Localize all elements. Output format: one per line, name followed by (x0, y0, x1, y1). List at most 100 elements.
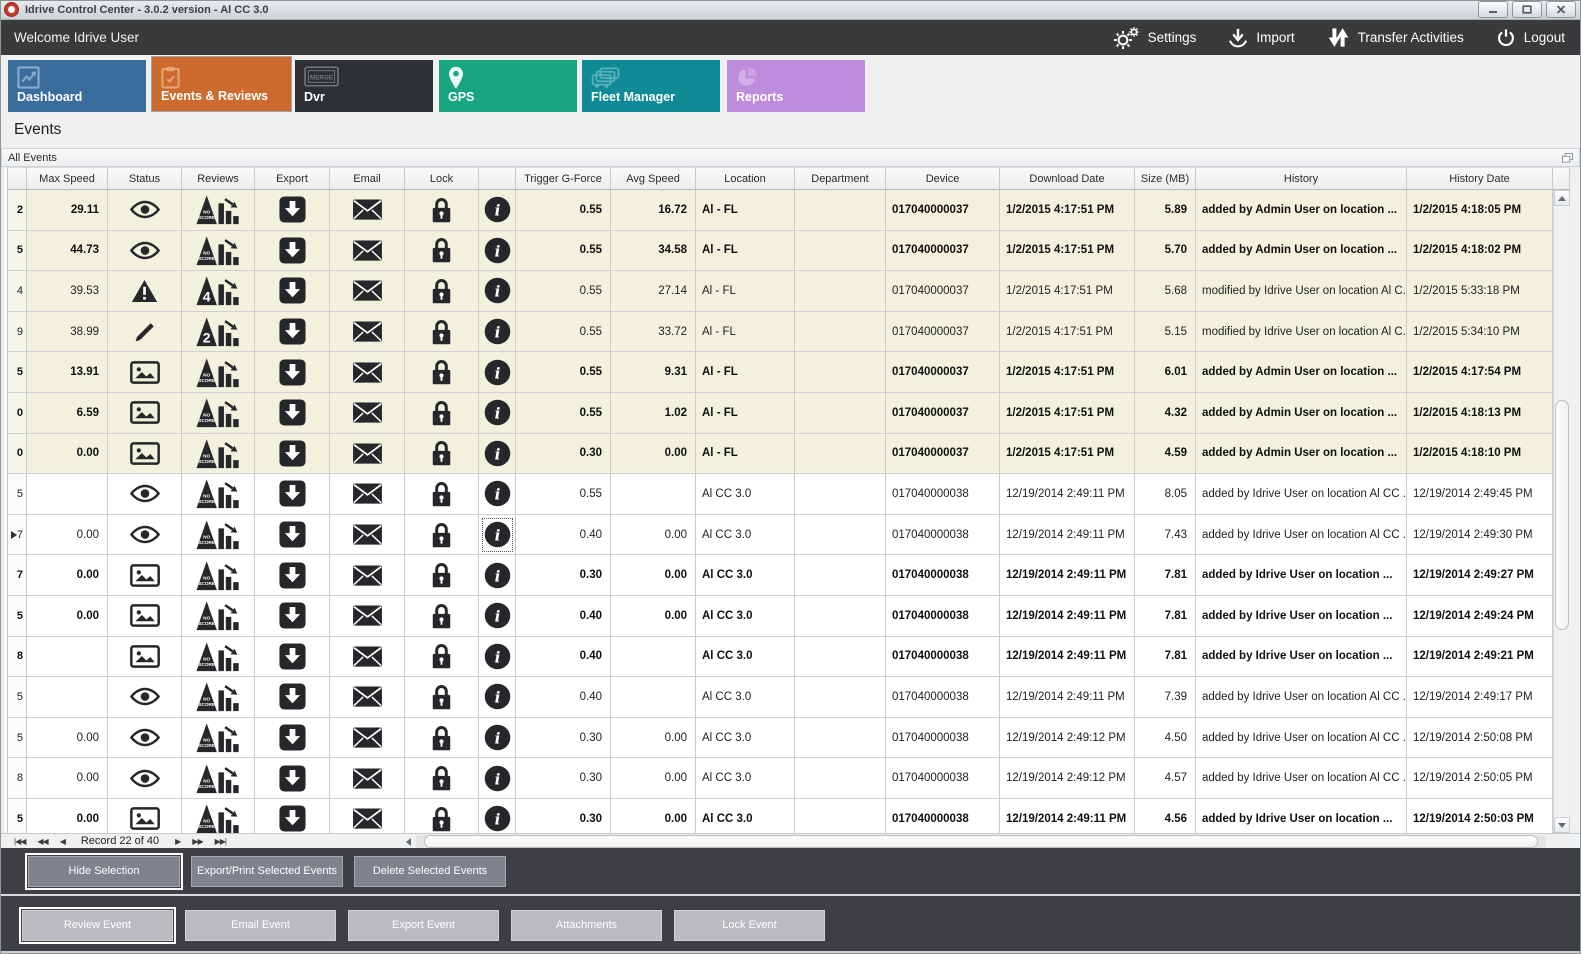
lock-cell[interactable] (405, 190, 479, 231)
export-cell[interactable] (255, 231, 330, 272)
column-header-history-date[interactable]: History Date (1407, 167, 1553, 190)
export-cell[interactable] (255, 718, 330, 759)
horizontal-scrollbar-thumb[interactable] (424, 835, 1538, 848)
reviews-cell[interactable]: NOSCORE (182, 596, 255, 637)
reviews-cell[interactable]: NOSCORE (182, 393, 255, 434)
row-indicator-cell[interactable]: 5 (8, 718, 27, 759)
horizontal-scrollbar-track[interactable] (416, 835, 1546, 848)
email-cell[interactable] (330, 474, 405, 515)
table-row[interactable]: 5NOSCOREi0.55Al CC 3.001704000003812/19/… (8, 474, 1553, 515)
lock-cell[interactable] (405, 271, 479, 312)
reviews-cell[interactable]: NOSCORE (182, 515, 255, 556)
reviews-cell[interactable]: NOSCORE (182, 718, 255, 759)
table-row[interactable]: 513.91NOSCOREi0.559.31Al - FL01704000003… (8, 352, 1553, 393)
email-cell[interactable] (330, 434, 405, 475)
status-cell[interactable] (108, 555, 182, 596)
export-cell[interactable] (255, 393, 330, 434)
scroll-up-button[interactable] (1554, 190, 1570, 206)
status-cell[interactable] (108, 312, 182, 353)
horizontal-scrollbar[interactable] (400, 835, 1546, 848)
table-row[interactable]: 50.00NOSCOREi0.300.00Al CC 3.00170400000… (8, 799, 1553, 833)
lock-cell[interactable] (405, 677, 479, 718)
lock-cell[interactable] (405, 718, 479, 759)
reviews-cell[interactable]: NOSCORE (182, 434, 255, 475)
status-cell[interactable] (108, 799, 182, 833)
column-header-department[interactable]: Department (795, 167, 886, 190)
email-cell[interactable] (330, 190, 405, 231)
info-cell[interactable]: i (479, 393, 516, 434)
transfer-activities-button[interactable]: Transfer Activities (1327, 27, 1464, 48)
lock-cell[interactable] (405, 352, 479, 393)
import-button[interactable]: Import (1228, 27, 1294, 48)
email-cell[interactable] (330, 758, 405, 799)
column-header-lock[interactable]: Lock (405, 167, 479, 190)
export-cell[interactable] (255, 758, 330, 799)
info-cell[interactable]: i (479, 271, 516, 312)
info-cell[interactable]: i (479, 799, 516, 833)
lock-cell[interactable] (405, 758, 479, 799)
status-cell[interactable] (108, 393, 182, 434)
table-row[interactable]: 06.59NOSCOREi0.551.02Al - FL017040000037… (8, 393, 1553, 434)
email-cell[interactable] (330, 515, 405, 556)
column-header-size-mb[interactable]: Size (MB) (1135, 167, 1196, 190)
status-cell[interactable] (108, 596, 182, 637)
table-row[interactable]: 8NOSCOREi0.40Al CC 3.001704000003812/19/… (8, 637, 1553, 678)
table-row[interactable]: 5NOSCOREi0.40Al CC 3.001704000003812/19/… (8, 677, 1553, 718)
tab-gps[interactable]: GPS (439, 60, 577, 112)
row-indicator-cell[interactable]: 8 (8, 637, 27, 678)
last-record-button[interactable]: ▶▶| (215, 837, 226, 846)
info-cell[interactable]: i (479, 312, 516, 353)
hide-selection-button[interactable]: Hide Selection (28, 856, 180, 887)
table-row[interactable]: 544.73NOSCOREi0.5534.58Al - FL0170400000… (8, 231, 1553, 272)
lock-cell[interactable] (405, 515, 479, 556)
minimize-button[interactable] (1478, 1, 1508, 18)
info-cell[interactable]: i (479, 190, 516, 231)
status-cell[interactable] (108, 434, 182, 475)
info-cell[interactable]: i (479, 596, 516, 637)
status-cell[interactable] (108, 352, 182, 393)
tab-dashboard[interactable]: Dashboard (8, 60, 146, 112)
info-cell[interactable]: i (479, 434, 516, 475)
info-cell[interactable]: i (479, 718, 516, 759)
table-row[interactable]: 00.00NOSCOREi0.300.00Al - FL017040000037… (8, 434, 1553, 475)
first-record-button[interactable]: |◀◀ (14, 837, 25, 846)
export-cell[interactable] (255, 352, 330, 393)
email-cell[interactable] (330, 718, 405, 759)
email-cell[interactable] (330, 677, 405, 718)
scroll-down-button[interactable] (1554, 817, 1570, 833)
email-cell[interactable] (330, 312, 405, 353)
email-cell[interactable] (330, 271, 405, 312)
column-header-avg-speed[interactable]: Avg Speed (611, 167, 696, 190)
column-header-export[interactable]: Export (255, 167, 330, 190)
settings-button[interactable]: Settings (1113, 26, 1197, 50)
next-record-button[interactable]: ▶ (175, 837, 180, 846)
status-cell[interactable] (108, 271, 182, 312)
table-row[interactable]: 80.00NOSCOREi0.300.00Al CC 3.00170400000… (8, 758, 1553, 799)
status-cell[interactable] (108, 190, 182, 231)
column-header-max-speed[interactable]: Max Speed (27, 167, 108, 190)
info-cell[interactable]: i (479, 352, 516, 393)
reviews-cell[interactable]: NOSCORE (182, 190, 255, 231)
reviews-cell[interactable]: NOSCORE (182, 799, 255, 833)
prev-record-button[interactable]: ◀ (60, 837, 65, 846)
export-cell[interactable] (255, 637, 330, 678)
email-cell[interactable] (330, 799, 405, 833)
row-indicator-cell[interactable]: 5 (8, 474, 27, 515)
panel-restore-icon[interactable] (1562, 153, 1573, 163)
lock-cell[interactable] (405, 596, 479, 637)
export-cell[interactable] (255, 515, 330, 556)
status-cell[interactable] (108, 515, 182, 556)
row-indicator-cell[interactable]: 8 (8, 758, 27, 799)
reviews-cell[interactable]: 2 (182, 312, 255, 353)
row-indicator-cell[interactable]: 7 (8, 515, 27, 556)
reviews-cell[interactable]: NOSCORE (182, 758, 255, 799)
email-cell[interactable] (330, 393, 405, 434)
export-cell[interactable] (255, 271, 330, 312)
info-cell[interactable]: i (479, 474, 516, 515)
tab-reports[interactable]: Reports (727, 60, 865, 112)
delete-selected-events-button[interactable]: Delete Selected Events (354, 856, 506, 887)
lock-cell[interactable] (405, 799, 479, 833)
table-row[interactable]: 938.992i0.5533.72Al - FL0170400000371/2/… (8, 312, 1553, 353)
row-indicator-cell[interactable]: 0 (8, 434, 27, 475)
lock-cell[interactable] (405, 393, 479, 434)
